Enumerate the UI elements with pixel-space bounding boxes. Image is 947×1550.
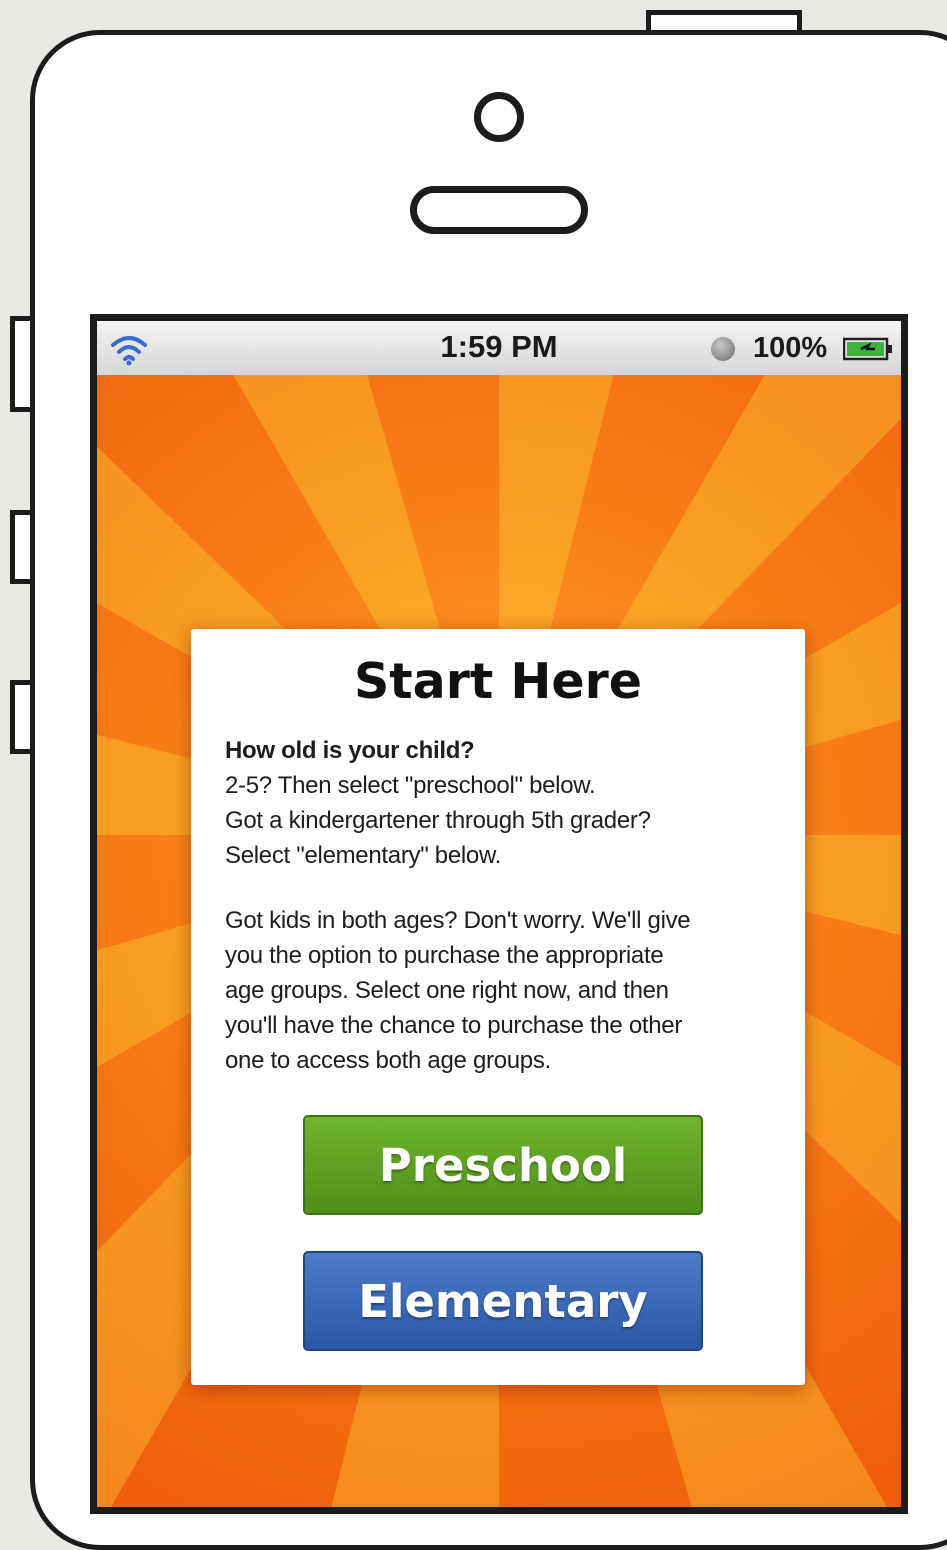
age-question: How old is your child?: [225, 737, 475, 764]
status-bar: 1:59 PM 100%: [97, 321, 901, 376]
both-ages-note: Got kids in both ages? Don't worry. We'l…: [225, 903, 785, 1078]
battery-percentage: 100%: [753, 332, 828, 364]
card-title: Start Here: [353, 653, 643, 710]
both-ages-line: Got kids in both ages? Don't worry. We'l…: [225, 907, 691, 934]
front-camera: [474, 92, 524, 142]
start-here-card: Start Here How old is your child? 2-5? T…: [191, 629, 805, 1385]
battery-charging-icon: [843, 337, 892, 361]
preschool-instruction: 2-5? Then select "preschool" below.: [225, 772, 596, 799]
earpiece-speaker: [410, 186, 588, 234]
sync-indicator-icon: [711, 337, 735, 361]
both-ages-line: you the option to purchase the appropria…: [225, 942, 664, 969]
age-instructions: How old is your child? 2-5? Then select …: [225, 733, 785, 873]
both-ages-line: one to access both age groups.: [225, 1047, 551, 1074]
both-ages-line: age groups. Select one right now, and th…: [225, 977, 669, 1004]
phone-screen: 1:59 PM 100% Start Here How old is your …: [90, 314, 908, 1514]
both-ages-line: you'll have the chance to purchase the o…: [225, 1012, 683, 1039]
elementary-instruction-line-1: Got a kindergartener through 5th grader?: [225, 807, 651, 834]
elementary-button[interactable]: Elementary: [303, 1251, 703, 1351]
elementary-instruction-line-2: Select "elementary" below.: [225, 842, 502, 869]
preschool-button-label: Preschool: [378, 1138, 628, 1192]
elementary-button-label: Elementary: [358, 1274, 648, 1328]
preschool-button[interactable]: Preschool: [303, 1115, 703, 1215]
sunburst-background: Start Here How old is your child? 2-5? T…: [97, 375, 901, 1507]
